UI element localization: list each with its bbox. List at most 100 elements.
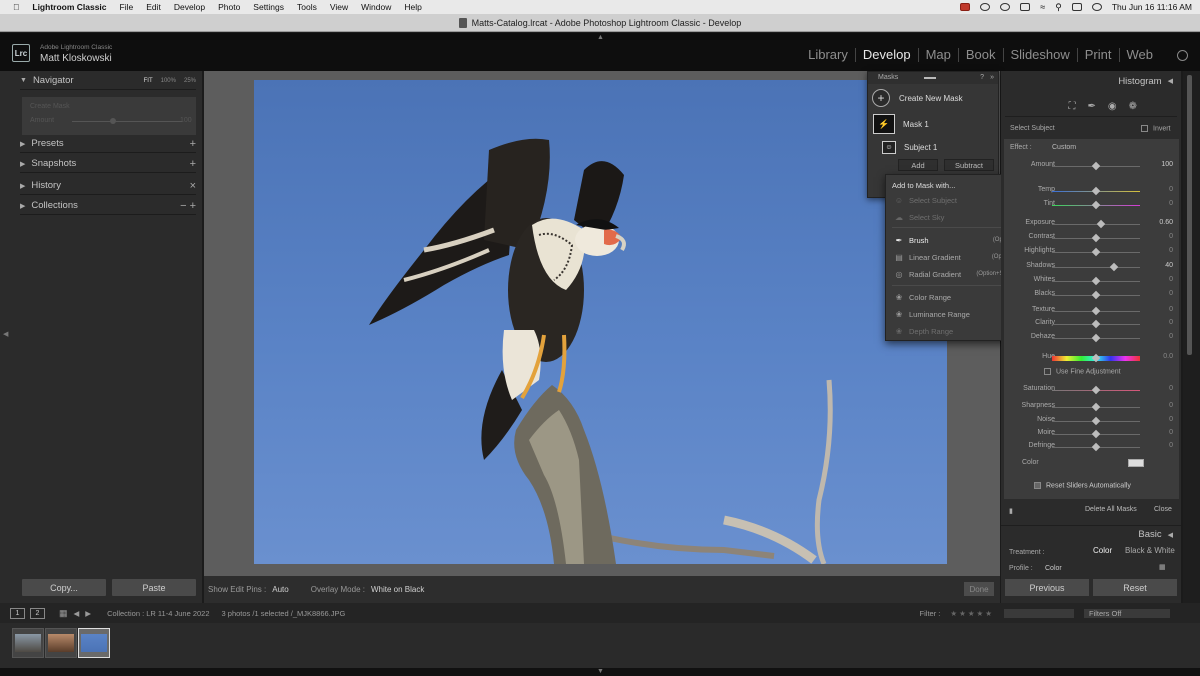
slider-knob[interactable] — [1091, 429, 1101, 439]
copy-button[interactable]: Copy... — [22, 579, 106, 596]
slider-knob[interactable] — [1091, 290, 1101, 300]
photo-count[interactable]: 3 photos /1 selected /_MJK8866.JPG — [222, 609, 346, 618]
module-develop[interactable]: Develop — [856, 48, 919, 62]
help-icon[interactable]: ? — [980, 72, 984, 84]
slider-value[interactable]: 0.0 — [1163, 353, 1173, 360]
zoom-fit[interactable]: FIT — [144, 78, 153, 84]
color-swatch[interactable] — [1128, 459, 1144, 467]
slider-value[interactable]: 100 — [1161, 161, 1173, 168]
slider-value[interactable]: 0 — [1169, 247, 1173, 254]
menu-window[interactable]: Window — [361, 2, 391, 12]
close-button[interactable]: Close — [1154, 506, 1172, 513]
reset-sliders-checkbox[interactable]: Reset Sliders Automatically — [1034, 482, 1131, 489]
collections-header[interactable]: ▶ Collections − + — [20, 197, 196, 215]
red-eye-icon[interactable]: ◉ — [1108, 101, 1117, 112]
masks-panel-header[interactable]: Masks ? » — [868, 72, 998, 84]
subject-1-row[interactable]: ☺ Subject 1 — [868, 141, 998, 154]
slider-texture[interactable]: Texture 0 — [1004, 305, 1179, 317]
scrollbar-thumb[interactable] — [1187, 75, 1192, 355]
slider-value[interactable]: 0 — [1169, 200, 1173, 207]
menu-view[interactable]: View — [330, 2, 348, 12]
slider-highlights[interactable]: Highlights 0 — [1004, 246, 1179, 258]
paste-button[interactable]: Paste — [112, 579, 196, 596]
top-panel-toggle-icon[interactable]: ▲ — [597, 34, 604, 41]
slider-exposure[interactable]: Exposure 0.60 — [1004, 218, 1179, 230]
masking-icon[interactable]: ❁ — [1129, 101, 1137, 112]
filmstrip-thumbnail[interactable] — [45, 628, 77, 658]
creative-cloud-icon[interactable] — [980, 3, 991, 11]
done-button[interactable]: Done — [964, 582, 994, 596]
module-map[interactable]: Map — [919, 48, 959, 62]
history-header[interactable]: ▶ History × — [20, 177, 196, 195]
collection-source[interactable]: Collection : LR 11-4 June 2022 — [107, 609, 209, 618]
back-arrow-icon[interactable]: ◀ — [74, 609, 80, 618]
photo-crested-caracara[interactable] — [254, 80, 947, 564]
slider-saturation[interactable]: Saturation 0 — [1004, 384, 1179, 396]
main-window-button[interactable]: 1 — [10, 607, 25, 619]
grid-view-icon[interactable]: ▦ — [59, 608, 68, 619]
bottom-panel-toggle-icon[interactable]: ▼ — [597, 668, 604, 675]
slider-value[interactable]: 0 — [1169, 186, 1173, 193]
slider-defringe[interactable]: Defringe 0 — [1004, 441, 1179, 453]
slider-value[interactable]: 40 — [1165, 262, 1173, 269]
play-icon[interactable] — [1000, 3, 1011, 11]
slider-value[interactable]: 0.60 — [1159, 219, 1173, 226]
secondary-window-button[interactable]: 2 — [30, 607, 45, 619]
filmstrip-thumbnail-selected[interactable] — [78, 628, 110, 658]
slider-shadows[interactable]: Shadows 40 — [1004, 261, 1179, 273]
slider-temp[interactable]: Temp 0 — [1004, 185, 1179, 197]
wifi-icon[interactable]: ≈ — [1040, 2, 1045, 12]
edit-pins-select[interactable]: Auto — [272, 585, 288, 594]
slider-value[interactable]: 0 — [1169, 402, 1173, 409]
treatment-bw[interactable]: Black & White — [1125, 546, 1175, 555]
amount-slider[interactable]: Amount 100 — [1004, 160, 1179, 172]
clear-history-icon[interactable]: × — [190, 180, 196, 192]
overlay-mode-select[interactable]: White on Black — [371, 585, 424, 594]
cloud-sync-icon[interactable] — [1177, 50, 1188, 61]
right-panel-scrollbar[interactable] — [1183, 71, 1200, 603]
apple-icon[interactable]:  — [13, 2, 19, 12]
slider-knob[interactable] — [1109, 262, 1118, 272]
delete-all-masks-button[interactable]: Delete All Masks — [1085, 506, 1137, 513]
slider-blacks[interactable]: Blacks 0 — [1004, 289, 1179, 301]
slider-value[interactable]: 0 — [1169, 290, 1173, 297]
add-preset-icon[interactable]: + — [190, 138, 196, 150]
slider-knob[interactable] — [1091, 306, 1101, 316]
rating-filter-stars[interactable]: ★★★★★ — [950, 609, 994, 618]
slider-knob[interactable] — [1097, 219, 1106, 229]
slider-value[interactable]: 0 — [1169, 306, 1173, 313]
siri-icon[interactable] — [1091, 3, 1102, 11]
profile-select[interactable]: Color — [1045, 565, 1062, 572]
slider-value[interactable]: 0 — [1169, 319, 1173, 326]
drag-handle-icon[interactable] — [924, 77, 936, 79]
module-print[interactable]: Print — [1078, 48, 1120, 62]
spotlight-icon[interactable]: ⚲ — [1055, 2, 1062, 13]
module-web[interactable]: Web — [1120, 48, 1161, 62]
slider-whites[interactable]: Whites 0 — [1004, 275, 1179, 287]
slider-value[interactable]: 0 — [1169, 276, 1173, 283]
slider-sharpness[interactable]: Sharpness 0 — [1004, 401, 1179, 413]
zoom-100[interactable]: 100% — [161, 78, 176, 84]
slider-knob[interactable] — [1091, 319, 1101, 329]
slider-knob[interactable] — [1091, 276, 1101, 286]
presets-header[interactable]: ▶ Presets + — [20, 135, 196, 153]
record-icon[interactable] — [960, 3, 971, 11]
slider-knob[interactable] — [1091, 233, 1101, 243]
slider-contrast[interactable]: Contrast 0 — [1004, 232, 1179, 244]
battery-icon[interactable] — [1020, 3, 1031, 11]
left-panel-toggle-icon[interactable]: ◀ — [3, 330, 8, 338]
menubar-clock[interactable]: Thu Jun 16 11:16 AM — [1112, 2, 1192, 12]
slider-knob[interactable] — [1091, 186, 1101, 196]
slider-clarity[interactable]: Clarity 0 — [1004, 318, 1179, 330]
menu-photo[interactable]: Photo — [218, 2, 240, 12]
slider-knob[interactable] — [1091, 247, 1101, 257]
collapse-panel-icon[interactable]: » — [990, 72, 994, 84]
crop-icon[interactable]: ⛶ — [1068, 101, 1075, 112]
mask-1-row[interactable]: ⚡ Mask 1 — [868, 114, 998, 134]
slider-knob[interactable] — [1091, 333, 1101, 343]
invert-checkbox[interactable]: Invert — [1141, 125, 1171, 132]
profile-browser-icon[interactable]: ▦ — [1159, 563, 1166, 571]
fine-adjust-checkbox[interactable]: Use Fine Adjustment — [1044, 368, 1121, 375]
slider-value[interactable]: 0 — [1169, 442, 1173, 449]
slider-knob[interactable] — [1091, 161, 1101, 171]
